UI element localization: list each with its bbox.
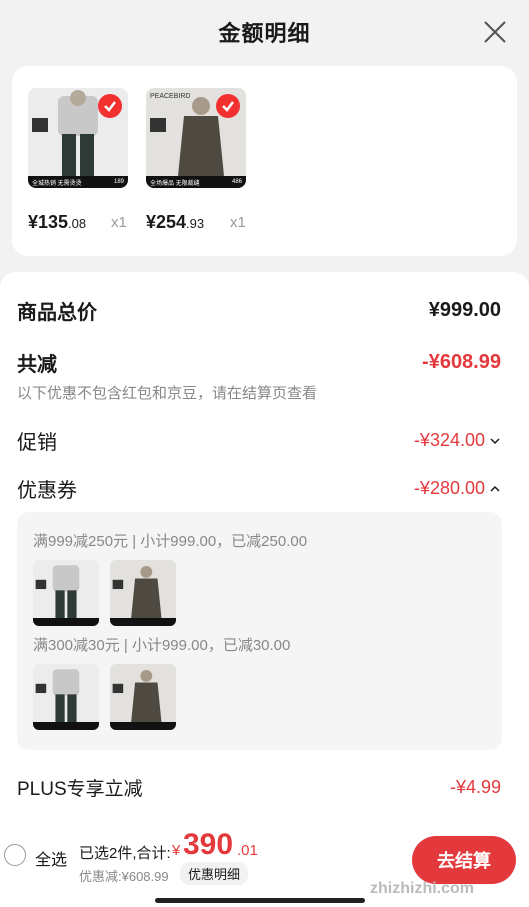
promo-row[interactable]: 促销 -¥324.00: [17, 426, 501, 455]
coupon-value: -¥280.00: [413, 478, 485, 498]
total-currency: ¥: [172, 842, 181, 859]
plus-row: PLUS专享立减 -¥4.99: [17, 774, 501, 801]
watermark: zhizhizhi.com: [370, 880, 474, 897]
product-image: PEACEBIRD 全场爆品 无限裁缝 486: [146, 88, 246, 188]
reduce-label: 共减: [17, 354, 57, 376]
reduce-row: 共减 -¥608.99: [17, 348, 501, 377]
promo-label: 促销: [17, 432, 57, 454]
thumb-strip: [110, 618, 176, 626]
coupon-title: 满300减30元 | 小计999.00，已减30.00: [33, 637, 291, 654]
check-icon: [222, 101, 234, 112]
price-cents: .93: [186, 216, 205, 231]
total-decimal: .01: [237, 842, 258, 859]
select-all-radio[interactable]: [4, 844, 26, 866]
header: 金额明细: [0, 0, 529, 64]
svg-text:PEACEBIRD: PEACEBIRD: [150, 93, 190, 100]
discount-total: 优惠减:¥608.99: [79, 869, 169, 884]
coupon-detail-box: 满999减250元 | 小计999.00，已减250.00 满300减30元 |…: [17, 512, 502, 750]
product-caption-strip: 全城热销 无需烫烫 189: [28, 176, 128, 188]
home-indicator[interactable]: [155, 898, 365, 903]
promo-value: -¥324.00: [413, 430, 485, 450]
close-icon: [484, 21, 506, 43]
total-label: 商品总价: [17, 302, 97, 324]
discount-note: 以下优惠不包含红包和京豆，请在结算页查看: [17, 385, 318, 402]
price-cents: .08: [68, 216, 87, 231]
products-card: 全城热销 无需烫烫 189 ¥135 .08 x1 PEACEBIRD 全场爆品…: [12, 66, 517, 256]
product-caption-strip: 全场爆品 无限裁缝 486: [146, 176, 246, 188]
select-all-label[interactable]: 全选: [35, 846, 67, 870]
discount-detail-button[interactable]: 优惠明细: [180, 862, 249, 885]
chevron-down-icon: [490, 437, 500, 444]
coupon-title: 满999减250元 | 小计999.00，已减250.00: [33, 533, 308, 550]
price-main: ¥254: [146, 212, 187, 232]
page-title: 金额明细: [218, 21, 311, 46]
coupon-value-wrap: -¥280.00: [414, 478, 501, 499]
product-image: 全城热销 无需烫烫 189: [28, 88, 128, 188]
product-caption: 全城热销 无需烫烫: [32, 180, 82, 187]
coupon-product-thumb: [110, 560, 176, 626]
coupon-product-thumb: [110, 664, 176, 730]
total-integer: 390: [183, 828, 234, 861]
plus-value: -¥4.99: [449, 777, 501, 797]
product-badge: 189: [113, 179, 124, 185]
product-qty: x1: [230, 214, 246, 231]
product-qty: x1: [111, 214, 127, 231]
product-caption: 全场爆品 无限裁缝: [150, 180, 200, 187]
thumb-strip: [33, 722, 99, 730]
check-icon: [104, 101, 116, 112]
product-item[interactable]: 全城热销 无需烫烫 189: [28, 88, 138, 188]
thumb-strip: [33, 618, 99, 626]
product-badge: 486: [231, 179, 242, 185]
product-item[interactable]: PEACEBIRD 全场爆品 无限裁缝 486: [146, 88, 256, 188]
product-price: ¥135 .08: [28, 212, 86, 233]
selected-count: 已选2件,合计:: [79, 845, 171, 862]
promo-value-wrap: -¥324.00: [414, 430, 501, 451]
coupon-product-thumb: [33, 664, 99, 730]
coupon-label: 优惠券: [17, 480, 77, 502]
thumb-strip: [110, 722, 176, 730]
close-button[interactable]: [481, 18, 509, 46]
amount-detail-card: 商品总价 ¥999.00 共减 -¥608.99 以下优惠不包含红包和京豆，请在…: [0, 272, 529, 832]
chevron-up-icon: [490, 485, 500, 492]
reduce-value: -¥608.99: [422, 351, 501, 373]
coupon-product-thumb: [33, 560, 99, 626]
check-badge: [98, 94, 122, 118]
check-badge: [216, 94, 240, 118]
price-main: ¥135: [28, 212, 69, 232]
total-value: ¥999.00: [428, 299, 501, 321]
plus-label: PLUS专享立减: [17, 779, 143, 800]
product-price: ¥254 .93: [146, 212, 204, 233]
checkout-button[interactable]: 去结算: [412, 836, 516, 884]
coupon-row[interactable]: 优惠券 -¥280.00: [17, 474, 501, 503]
total-row: 商品总价 ¥999.00: [17, 296, 501, 325]
